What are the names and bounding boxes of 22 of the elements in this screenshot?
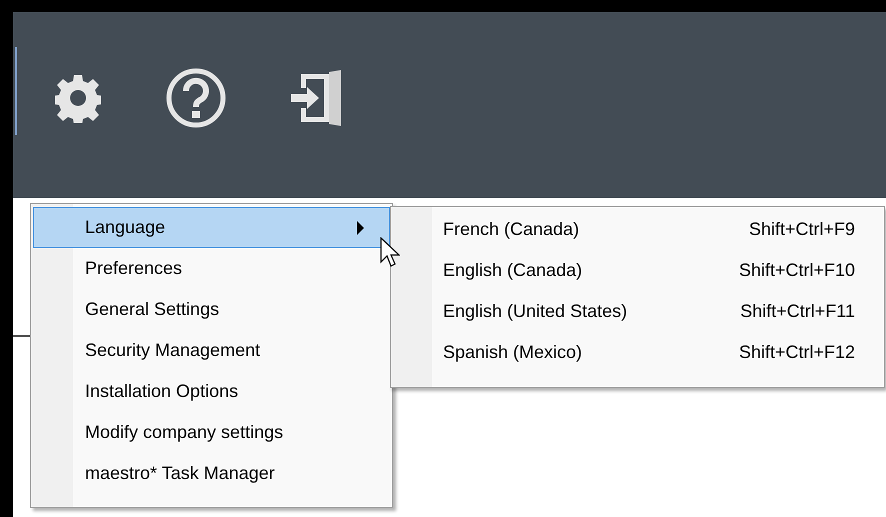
language-label: English (Canada) (443, 260, 584, 281)
menu-item[interactable]: French (Canada) Shift+Ctrl+F9 (391, 209, 884, 250)
menu-item[interactable]: Spanish (Mexico) Shift+Ctrl+F12 (391, 332, 884, 373)
language-label: French (Canada) (443, 219, 580, 240)
menu-item[interactable]: Modify company settings (33, 412, 390, 453)
menu-item[interactable]: Installation Options (33, 371, 390, 412)
menu-item[interactable]: maestro* Task Manager (33, 453, 390, 494)
shortcut-label: Shift+Ctrl+F12 (738, 342, 855, 363)
menu-item[interactable]: English (Canada) Shift+Ctrl+F10 (391, 250, 884, 291)
shortcut-label: Shift+Ctrl+F11 (740, 301, 855, 322)
menu-item[interactable]: General Settings (33, 289, 390, 330)
menu-item[interactable]: Security Management (33, 330, 390, 371)
help-icon[interactable] (165, 66, 227, 128)
language-label: Spanish (Mexico) (443, 342, 584, 363)
menu-item[interactable]: Language (33, 207, 390, 248)
menu-item[interactable]: Preferences (33, 248, 390, 289)
shortcut-label: Shift+Ctrl+F9 (748, 219, 855, 240)
shortcut-label: Shift+Ctrl+F10 (738, 260, 855, 281)
mouse-cursor-icon (380, 237, 400, 268)
menu-item[interactable]: English (United States) Shift+Ctrl+F11 (391, 291, 884, 332)
settings-icon[interactable] (55, 72, 101, 122)
language-label: English (United States) (443, 301, 628, 322)
